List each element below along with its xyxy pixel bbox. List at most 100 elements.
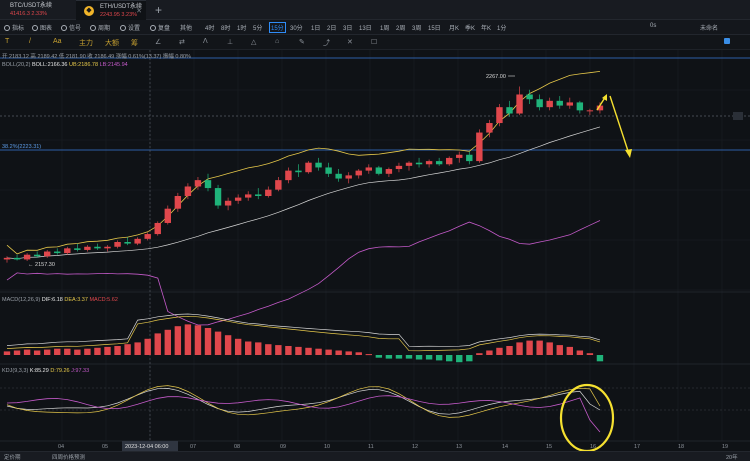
candle-body: [214, 188, 222, 206]
drawing-tool-9[interactable]: ⊥: [227, 38, 233, 46]
timeframe-9[interactable]: 13日: [359, 23, 372, 32]
timeframe-4[interactable]: 15分: [269, 22, 286, 33]
timeframe-1[interactable]: 8时: [221, 23, 230, 32]
bottom-tab-forecast[interactable]: 四周价格预测: [52, 453, 85, 461]
eth-coin-icon: ◆: [84, 6, 94, 16]
macd-histogram-bar: [44, 349, 51, 355]
x-axis-label: 19: [722, 444, 728, 450]
macd-histogram-bar: [526, 340, 533, 355]
candle-body: [134, 238, 141, 244]
candle-body: [265, 189, 272, 196]
timeframe-11[interactable]: 2周: [396, 23, 405, 32]
timeframe-13[interactable]: 15日: [428, 23, 441, 32]
other-button[interactable]: 其他: [180, 23, 192, 32]
drawing-tool-2[interactable]: Aa: [53, 38, 62, 45]
drawing-tool-6[interactable]: ∠: [155, 38, 161, 46]
candle-body: [154, 222, 161, 235]
timeframe-3[interactable]: 5分: [253, 23, 262, 32]
drawing-tool-13[interactable]: ⤴: [323, 38, 330, 48]
drawing-tool-1[interactable]: /: [29, 38, 31, 45]
drawing-tool-12[interactable]: ✎: [299, 38, 305, 46]
drawing-tool-3[interactable]: 主力: [79, 38, 93, 48]
replay-button[interactable]: 复盘: [150, 23, 170, 32]
timeframe-10[interactable]: 1周: [380, 23, 389, 32]
timeframe-5[interactable]: 30分: [290, 23, 303, 32]
drawing-tool-5[interactable]: 筹: [131, 38, 138, 48]
timeframe-8[interactable]: 3日: [343, 23, 352, 32]
high-price-label: 2267.00: [486, 74, 506, 80]
candlestick-chart[interactable]: 38.2%(2223.31) 2267.00 ← 2157.30 04 05 07 08 09…: [0, 50, 750, 453]
timeframe-2[interactable]: 1时: [237, 23, 246, 32]
drawing-tool-7[interactable]: ⇄: [179, 38, 185, 46]
timeframe-6[interactable]: 1日: [311, 23, 320, 32]
candle-body: [466, 154, 473, 162]
gear-icon: [120, 25, 126, 31]
macd-histogram-bar: [64, 348, 71, 355]
drawing-tool-11[interactable]: ⌂: [275, 38, 279, 45]
macd-histogram-bar: [355, 352, 362, 355]
drawing-tool-8[interactable]: Λ: [203, 38, 208, 45]
timeframe-15[interactable]: 季K: [465, 23, 475, 32]
candle-body: [3, 257, 11, 260]
bottom-range[interactable]: 20年: [726, 453, 738, 461]
candle-body: [385, 169, 393, 174]
compare-button[interactable]: 周期: [90, 23, 110, 32]
macd-histogram-bar: [415, 355, 423, 360]
macd-legend: MACD(12,26,9) DIF:6.18 DEA:3.37 MACD:5.6…: [2, 297, 118, 303]
macd-histogram-bar: [385, 355, 393, 359]
x-axis-label: 05: [102, 444, 108, 450]
layout-name[interactable]: 未命名: [700, 23, 718, 32]
macd-histogram-bar: [265, 344, 272, 355]
macd-histogram-bar: [104, 346, 111, 355]
timeframe-0[interactable]: 4时: [205, 23, 214, 32]
macd-histogram-bar: [214, 331, 222, 355]
x-axis-label: 07: [190, 444, 196, 450]
macd-histogram-bar: [365, 354, 372, 356]
timeframe-17[interactable]: 1分: [497, 23, 506, 32]
drawing-tool-4[interactable]: 大额: [105, 38, 119, 48]
candle-body: [415, 162, 423, 165]
macd-histogram-bar: [204, 328, 212, 355]
tab-btc[interactable]: BTC/USDT永续 41416.3 2.33%: [0, 0, 70, 20]
boll-mid-line: [6, 126, 601, 260]
timeframe-14[interactable]: 月K: [449, 23, 459, 32]
macd-histogram-bar: [446, 355, 453, 362]
tab-eth[interactable]: ◆ ETH/USDT永续 2243.95 3.23% ✕: [76, 0, 146, 20]
chart-area[interactable]: 38.2%(2223.31) 2267.00 ← 2157.30 04 05 07 08 09…: [0, 50, 750, 453]
signal-button[interactable]: 信号: [61, 23, 81, 32]
strategy-button[interactable]: 图表: [32, 23, 52, 32]
drawing-tool-14[interactable]: ✕: [347, 38, 353, 46]
drawing-tool-0[interactable]: T: [5, 38, 9, 45]
bottom-tab-pricing[interactable]: 定价期: [4, 453, 21, 461]
close-icon[interactable]: ✕: [136, 7, 142, 15]
candle-body: [44, 251, 51, 257]
macd-histogram-bar: [94, 347, 101, 355]
arrow-down-head: [625, 149, 632, 158]
candle-body: [54, 251, 61, 254]
candle-body: [104, 246, 111, 249]
x-axis-label: 13: [456, 444, 462, 450]
add-tab-icon[interactable]: +: [155, 3, 162, 17]
drawing-tool-10[interactable]: △: [251, 38, 256, 46]
settings-button[interactable]: 设置: [120, 23, 140, 32]
drawing-toolbar: T / Aa 主力 大额 筹 ∠ ⇄ Λ ⊥ △ ⌂ ✎ ⤴ ✕ ☐: [0, 35, 750, 50]
candle-body: [516, 94, 523, 114]
macd-histogram-bar: [476, 353, 483, 355]
drawing-tool-15[interactable]: ☐: [371, 38, 377, 46]
macd-histogram-bar: [496, 347, 503, 355]
timeframe-12[interactable]: 3周: [412, 23, 421, 32]
candle-body: [285, 170, 292, 181]
countdown: 0s: [650, 23, 657, 29]
timeframe-16[interactable]: 年K: [481, 23, 491, 32]
boll-upper-line: [6, 71, 601, 255]
candle-body: [295, 170, 302, 173]
latest-button[interactable]: [724, 38, 732, 45]
macd-histogram-bar: [425, 355, 433, 360]
macd-histogram-bar: [315, 348, 322, 355]
macd-dea-line: [6, 315, 601, 352]
macd-histogram-bar: [435, 355, 443, 361]
kdj-legend: KDJ(9,3,3) K:85.29 D:79.26 J:97.33: [2, 368, 90, 374]
timeframe-7[interactable]: 2日: [327, 23, 336, 32]
indicators-button[interactable]: 指标: [4, 23, 24, 32]
candle-body: [476, 132, 483, 162]
